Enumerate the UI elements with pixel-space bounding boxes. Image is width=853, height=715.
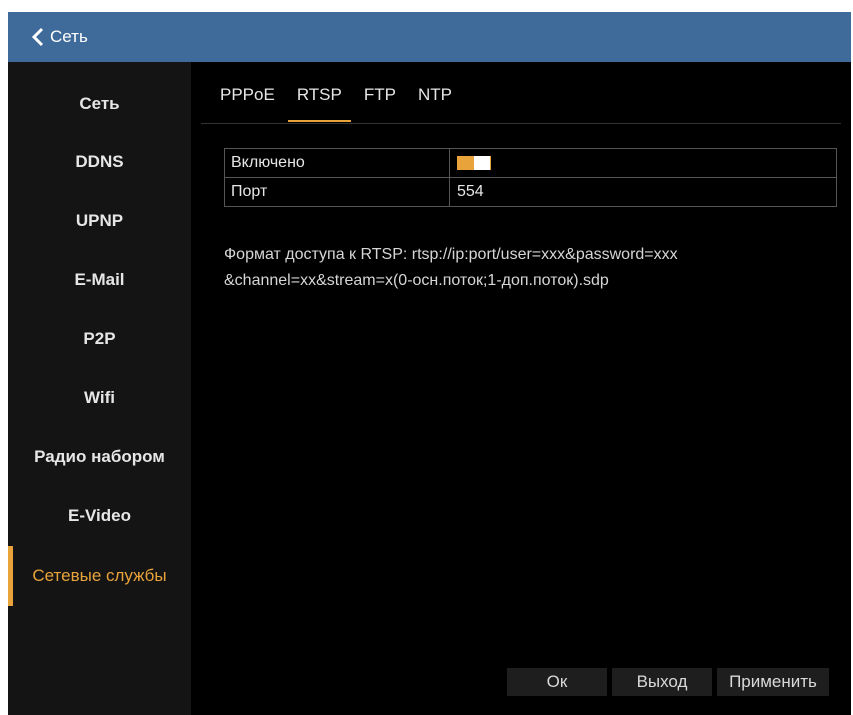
tab-pppoe[interactable]: PPPoE bbox=[211, 80, 284, 122]
tab-label: PPPoE bbox=[220, 85, 275, 104]
sidebar-item-email[interactable]: E-Mail bbox=[8, 260, 191, 300]
tabs-divider bbox=[201, 123, 841, 124]
sidebar-item-network-services[interactable]: Сетевые службы bbox=[8, 546, 191, 606]
port-row: Порт 554 bbox=[225, 178, 836, 206]
tab-ntp[interactable]: NTP bbox=[409, 80, 461, 122]
tab-ftp[interactable]: FTP bbox=[355, 80, 405, 122]
sidebar-item-dialup[interactable]: Радио набором bbox=[8, 437, 191, 477]
ok-button[interactable]: Ок bbox=[507, 668, 607, 696]
sidebar-item-ddns[interactable]: DDNS bbox=[8, 142, 191, 182]
enabled-toggle[interactable] bbox=[457, 156, 491, 170]
info-line-2: &channel=xx&stream=x(0-осн.поток;1-доп.п… bbox=[224, 272, 609, 289]
sidebar-item-evideo[interactable]: E-Video bbox=[8, 496, 191, 536]
info-line-1: Формат доступа к RTSP: rtsp://ip:port/us… bbox=[224, 246, 678, 263]
tab-bar: PPPoE RTSP FTP NTP bbox=[211, 80, 465, 122]
enabled-label: Включено bbox=[225, 149, 450, 177]
rtsp-format-info: Формат доступа к RTSP: rtsp://ip:port/us… bbox=[224, 242, 824, 294]
sidebar-item-upnp[interactable]: UPNP bbox=[8, 201, 191, 241]
settings-table: Включено Порт 554 bbox=[224, 148, 837, 207]
sidebar: Сеть DDNS UPNP E-Mail P2P Wifi Радио наб… bbox=[8, 62, 191, 715]
enabled-value-cell bbox=[450, 149, 836, 177]
tab-label: FTP bbox=[363, 85, 396, 104]
title-bar: Сеть bbox=[8, 12, 851, 62]
tab-label: RTSP bbox=[296, 85, 342, 104]
toggle-knob bbox=[474, 156, 490, 170]
apply-button[interactable]: Применить bbox=[717, 668, 829, 696]
port-label: Порт bbox=[225, 178, 450, 206]
footer-buttons: Ок Выход Применить bbox=[507, 668, 829, 696]
content-panel: PPPoE RTSP FTP NTP Включено Порт 554 Фор… bbox=[191, 62, 851, 715]
sidebar-item-p2p[interactable]: P2P bbox=[8, 319, 191, 359]
sidebar-item-network[interactable]: Сеть bbox=[8, 84, 191, 124]
port-input[interactable]: 554 bbox=[450, 178, 836, 206]
chevron-left-icon[interactable] bbox=[30, 27, 48, 47]
tab-label: NTP bbox=[417, 85, 452, 104]
back-label[interactable]: Сеть bbox=[50, 27, 88, 47]
active-marker bbox=[8, 546, 13, 606]
exit-button[interactable]: Выход bbox=[612, 668, 712, 696]
sidebar-item-label: Сетевые службы bbox=[32, 566, 167, 585]
tab-rtsp[interactable]: RTSP bbox=[287, 80, 351, 122]
sidebar-item-wifi[interactable]: Wifi bbox=[8, 378, 191, 418]
enabled-row: Включено bbox=[225, 149, 836, 178]
tab-active-underline bbox=[287, 120, 351, 122]
window: Сеть Сеть DDNS UPNP E-Mail P2P Wifi Ради… bbox=[8, 12, 851, 715]
